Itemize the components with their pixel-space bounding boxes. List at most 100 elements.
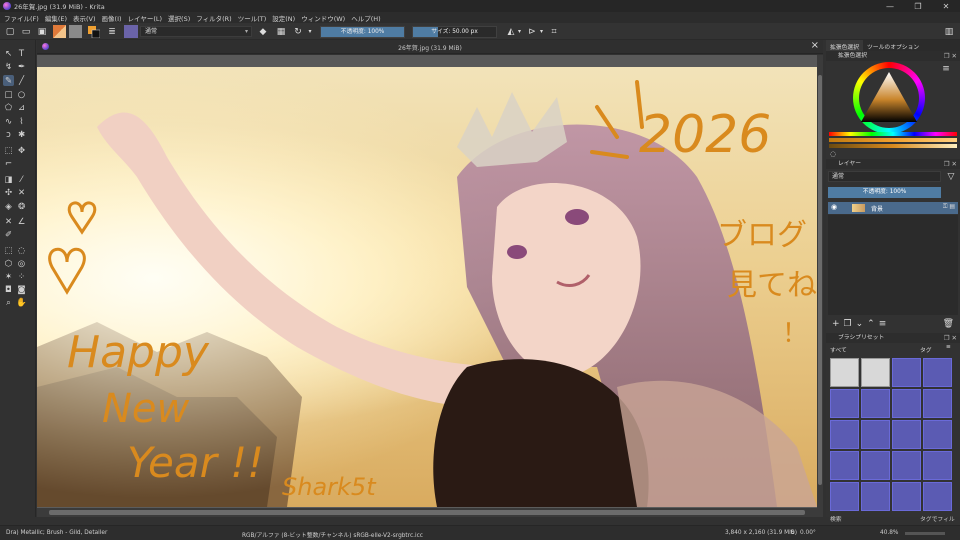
fg-bg-color-icon[interactable] bbox=[88, 25, 100, 38]
measure-tool-icon[interactable]: ∠ bbox=[16, 216, 27, 227]
artwork-canvas[interactable]: 2026 ブログ 見てね ！ Happy New Year !! Shark5t bbox=[37, 67, 817, 507]
brush-preset-item[interactable] bbox=[830, 482, 859, 511]
polygon-tool-icon[interactable]: ⬠ bbox=[3, 102, 14, 113]
move-tool-icon[interactable]: ✥ bbox=[16, 145, 27, 156]
filter-icon[interactable]: ▽ bbox=[945, 170, 957, 183]
brush-preset-item[interactable] bbox=[830, 420, 859, 449]
preset-menu-icon[interactable]: ≡ bbox=[946, 344, 951, 350]
preset-filter-select[interactable]: すべて bbox=[830, 345, 847, 354]
menu-view[interactable]: 表示(V) bbox=[73, 13, 96, 23]
polygon-select-tool-icon[interactable]: ⬡ bbox=[3, 258, 14, 269]
chevron-down-icon[interactable]: ▾ bbox=[538, 25, 545, 38]
close-document-icon[interactable]: × bbox=[811, 40, 819, 51]
open-folder-icon[interactable]: ▭ bbox=[20, 25, 32, 38]
menu-edit[interactable]: 編集(E) bbox=[45, 13, 67, 23]
menu-filter[interactable]: フィルタ(R) bbox=[196, 13, 231, 23]
text-tool-icon[interactable]: T bbox=[16, 48, 27, 59]
assistant-tool-icon[interactable]: ✕ bbox=[3, 216, 14, 227]
freehand-brush-tool-icon[interactable]: ✎ bbox=[3, 75, 14, 86]
line-tool-icon[interactable]: ╱ bbox=[16, 75, 27, 86]
brush-preset-icon[interactable] bbox=[124, 25, 138, 38]
gradient-tool-icon[interactable]: ◨ bbox=[3, 174, 14, 185]
brush-preset-item[interactable] bbox=[861, 420, 890, 449]
vertical-scroll-thumb[interactable] bbox=[818, 75, 822, 485]
brush-preset-item[interactable] bbox=[830, 358, 859, 387]
minimize-button[interactable]: — bbox=[876, 0, 904, 12]
dock-float-close-icon[interactable]: ❐ ✕ bbox=[944, 159, 957, 169]
dynamic-brush-tool-icon[interactable]: ↄ bbox=[3, 129, 14, 140]
workspace-icon[interactable]: ▥ bbox=[942, 25, 956, 38]
maximize-button[interactable]: ❐ bbox=[904, 0, 932, 12]
bezier-tool-icon[interactable]: ∿ bbox=[3, 116, 14, 127]
ellipse-tool-icon[interactable]: ○ bbox=[16, 89, 27, 100]
rectangle-tool-icon[interactable]: □ bbox=[3, 89, 14, 100]
color-picker-tool-icon[interactable]: ⁄ bbox=[16, 174, 27, 185]
edit-shapes-tool-icon[interactable]: ↯ bbox=[3, 61, 14, 72]
smart-patch-tool-icon[interactable]: ✕ bbox=[16, 187, 27, 198]
status-zoom[interactable]: 40.8% bbox=[880, 530, 898, 536]
crop-tool-icon[interactable]: ⌐ bbox=[3, 158, 14, 169]
menu-layer[interactable]: レイヤー(L) bbox=[128, 13, 163, 23]
enclose-fill-tool-icon[interactable]: ❂ bbox=[16, 201, 27, 212]
brush-preset-item[interactable] bbox=[892, 451, 921, 480]
menu-file[interactable]: ファイル(F) bbox=[4, 13, 39, 23]
delete-layer-icon[interactable]: 🗑 bbox=[943, 319, 954, 329]
brush-preset-item[interactable] bbox=[830, 451, 859, 480]
brush-preset-item[interactable] bbox=[923, 482, 952, 511]
brush-preset-item[interactable] bbox=[861, 389, 890, 418]
pattern-swatch-icon[interactable] bbox=[69, 25, 82, 38]
freehand-select-tool-icon[interactable]: ◎ bbox=[16, 258, 27, 269]
menu-window[interactable]: ウィンドウ(W) bbox=[301, 13, 345, 23]
layer-opacity-slider[interactable]: 不透明度: 100% bbox=[828, 187, 941, 198]
rect-select-tool-icon[interactable]: ⬚ bbox=[3, 245, 14, 256]
brush-preset-item[interactable] bbox=[923, 389, 952, 418]
canvas-viewport[interactable]: 2026 ブログ 見てね ！ Happy New Year !! Shark5t bbox=[37, 55, 823, 517]
opacity-slider[interactable]: 不透明度: 100% bbox=[320, 26, 405, 38]
mirror-vertical-icon[interactable]: ⊳ bbox=[526, 25, 538, 38]
duplicate-layer-icon[interactable]: ❐ bbox=[844, 319, 852, 329]
brush-preset-item[interactable] bbox=[923, 358, 952, 387]
rotation-icon[interactable]: ↻ bbox=[790, 530, 795, 536]
document-tab[interactable]: 26年賀.jpg (31.9 MiB) × bbox=[37, 40, 823, 54]
brush-settings-icon[interactable]: ≣ bbox=[106, 25, 118, 38]
chevron-down-icon[interactable]: ▾ bbox=[306, 25, 314, 38]
contiguous-select-tool-icon[interactable]: ✶ bbox=[3, 271, 14, 282]
polyline-tool-icon[interactable]: ⊿ bbox=[16, 102, 27, 113]
magnetic-select-tool-icon[interactable]: ◙ bbox=[16, 284, 27, 295]
eraser-icon[interactable]: ◆ bbox=[257, 25, 269, 38]
brush-preset-grid[interactable] bbox=[830, 358, 952, 511]
layer-blend-select[interactable]: 通常 bbox=[828, 171, 941, 182]
brush-preset-item[interactable] bbox=[861, 482, 890, 511]
brush-preset-item[interactable] bbox=[923, 451, 952, 480]
ellipse-select-tool-icon[interactable]: ◌ bbox=[16, 245, 27, 256]
vertical-scrollbar[interactable] bbox=[817, 55, 823, 508]
horizontal-scroll-thumb[interactable] bbox=[49, 510, 805, 515]
brush-preset-item[interactable] bbox=[861, 358, 890, 387]
move-layer-down-icon[interactable]: ⌄ bbox=[856, 319, 864, 329]
freehand-path-tool-icon[interactable]: ⌇ bbox=[16, 116, 27, 127]
brush-preset-item[interactable] bbox=[830, 389, 859, 418]
colorize-mask-tool-icon[interactable]: ✣ bbox=[3, 187, 14, 198]
gradient-swatch-icon[interactable] bbox=[53, 25, 66, 38]
layer-row-background[interactable]: ◉ 背景 ⚿ ▤ bbox=[828, 202, 958, 214]
pan-tool-icon[interactable]: ✋ bbox=[16, 297, 27, 308]
zoom-tool-icon[interactable]: ⌕ bbox=[3, 297, 14, 308]
size-slider[interactable]: サイズ: 50.00 px bbox=[412, 26, 497, 38]
tab-tool-options[interactable]: ツールのオプション bbox=[863, 40, 923, 51]
layer-properties-icon[interactable]: ≡ bbox=[879, 319, 887, 329]
new-document-icon[interactable]: ▢ bbox=[4, 25, 16, 38]
preset-tag-button[interactable]: タグ bbox=[920, 345, 932, 354]
dock-float-close-icon[interactable]: ❐ ✕ bbox=[944, 333, 957, 343]
preset-search-input[interactable]: 検索 bbox=[830, 514, 842, 523]
zoom-slider[interactable] bbox=[905, 532, 945, 535]
reload-preset-icon[interactable]: ↻ bbox=[292, 25, 304, 38]
horizontal-scrollbar[interactable] bbox=[37, 508, 823, 517]
blend-mode-select[interactable]: 通常 ▾ bbox=[140, 26, 252, 37]
status-rotation[interactable]: 0.00° bbox=[800, 530, 816, 536]
calligraphy-tool-icon[interactable]: ✒ bbox=[16, 61, 27, 72]
menu-select[interactable]: 選択(S) bbox=[168, 13, 190, 23]
brush-preset-item[interactable] bbox=[892, 358, 921, 387]
multibrush-tool-icon[interactable]: ✱ bbox=[16, 129, 27, 140]
visibility-eye-icon[interactable]: ◉ bbox=[831, 203, 837, 211]
brush-preset-item[interactable] bbox=[892, 482, 921, 511]
